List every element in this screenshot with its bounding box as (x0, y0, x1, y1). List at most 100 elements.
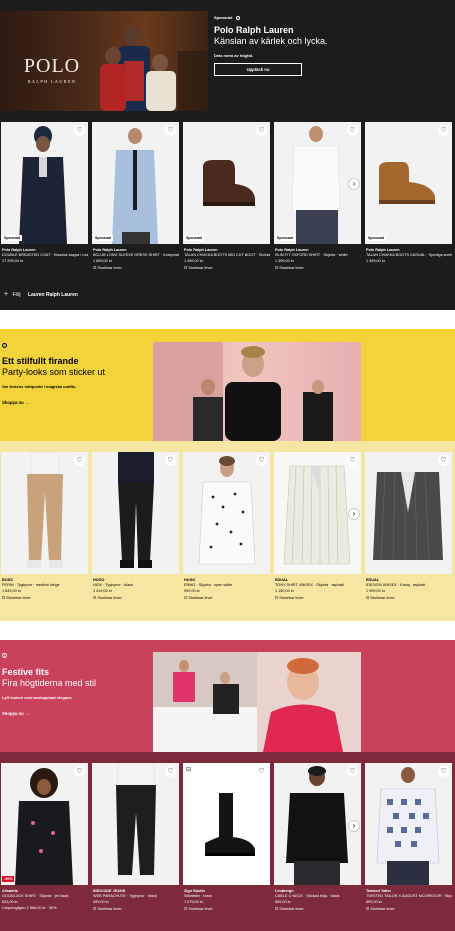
product-name: ERMO · Skjorta · open white (184, 583, 233, 587)
product-name: NICK · Tygbyxor · black (93, 583, 134, 587)
festive-shop-link[interactable]: Shoppa nu → (2, 711, 29, 716)
heart-icon[interactable]: ♡ (347, 766, 358, 777)
sizes-text: Storlekar lever (97, 907, 122, 911)
sizes-text: Storlekar lever (279, 907, 304, 911)
festive-subtitle: Fira högtiderna med stil (2, 678, 97, 688)
product-brand: Polo Ralph Lauren (2, 248, 36, 252)
sizes-text: Storlekar lever (370, 596, 395, 600)
sizes-text: Storlekar lever (279, 596, 304, 600)
heart-icon[interactable]: ♡ (256, 766, 267, 777)
heart-icon[interactable]: ♡ (74, 125, 85, 136)
product-price: 1 999,00 kr (366, 589, 385, 593)
carousel-next-button[interactable]: › (348, 820, 360, 832)
product-brand: BOSS (2, 578, 13, 582)
sizes-text: Storlekar lever (188, 907, 213, 911)
heart-icon[interactable]: ♡ (438, 455, 449, 466)
compare-icon[interactable]: ⊟ (186, 766, 191, 773)
product-image (183, 122, 270, 244)
heart-icon[interactable]: ♡ (165, 766, 176, 777)
product-brand: HUGO (93, 578, 105, 582)
product-name: PERIN · Tygbyxor · medium beige (2, 583, 60, 587)
sizes-text: Storlekar lever (188, 596, 213, 600)
heart-icon[interactable]: ♡ (256, 455, 267, 466)
product-brand: Zign Studio (184, 889, 205, 893)
product-brand: Polo Ralph Lauren (184, 248, 218, 252)
festive-desc: Lyft looken med avslappnad elegans. (2, 695, 73, 700)
product-image (1, 122, 88, 244)
carousel-next-button[interactable]: › (348, 178, 360, 190)
heart-icon[interactable]: ♡ (256, 125, 267, 136)
product-name: DOUBLE BREASTED COAT · Klassisk kappa / … (2, 253, 88, 257)
sponsored-tag: Sponsrad (2, 235, 23, 241)
product-price: 899,00 kr (275, 900, 291, 904)
sizes-text: Storlekar lever (97, 266, 122, 270)
product-price: 1 079,00 kr (184, 900, 203, 904)
carousel-next-button[interactable]: › (348, 508, 360, 520)
polo-hero-image[interactable]: POLO RALPH LAUREN (0, 11, 208, 111)
party-subtitle: Party-looks som sticker ut (2, 367, 106, 377)
party-title: Ett stilfullt firande (2, 356, 79, 366)
party-hero-image[interactable] (153, 342, 361, 441)
sizes-text: Storlekar lever (97, 596, 122, 600)
sponsored-tag: Sponsrad (275, 235, 296, 241)
sizes-note: ⊡ Storlekar lever (275, 906, 304, 911)
product-brand: Polo Ralph Lauren (275, 248, 309, 252)
heart-icon[interactable]: ♡ (347, 455, 358, 466)
info-icon[interactable]: i (2, 653, 7, 658)
discount-badge: -50% (2, 876, 15, 882)
sponsor-brand-title: Polo Ralph Lauren (214, 25, 294, 35)
heart-icon[interactable]: ♡ (74, 766, 85, 777)
product-image (92, 763, 179, 885)
sponsored-section: POLO RALPH LAUREN Sponsrad Polo Ralph La… (0, 0, 455, 310)
sizes-note: ⊡ Storlekar lever (93, 265, 122, 270)
sizes-text: Storlekar lever (370, 907, 395, 911)
product-name: TALAN CHUKKA BOOTS MID CUT BOOT · Snörsk… (184, 253, 270, 257)
product-name: TALAN CHUKKA BOOTS CASUAL · Sportiga snö… (366, 253, 452, 257)
original-price: Ursprungligen 1 566,00 kr · 50% (2, 906, 57, 910)
product-price: 499,00 kr (93, 900, 109, 904)
product-name: WEB PARACHUTE · Tygbyxor · black (93, 894, 157, 898)
product-price: 17 299,00 kr (2, 259, 24, 263)
heart-icon[interactable]: ♡ (347, 125, 358, 136)
sizes-text: Storlekar lever (279, 266, 304, 270)
product-brand: Twisted Tailor (366, 889, 391, 893)
product-image (365, 763, 452, 885)
heart-icon[interactable]: ♡ (438, 766, 449, 777)
product-brand: Allsaints (2, 889, 18, 893)
product-image (92, 452, 179, 574)
product-image (1, 763, 88, 885)
product-name: CABLE O NECK · Stickad tröja · black (275, 894, 340, 898)
product-name: SLIM FIT OXFORD SHIRT · Skjorta · white (275, 253, 348, 257)
product-image (92, 122, 179, 244)
discover-button[interactable]: Upptäck nu (214, 63, 302, 76)
heart-icon[interactable]: ♡ (165, 455, 176, 466)
product-brand: Polo Ralph Lauren (366, 248, 400, 252)
party-photo (153, 342, 333, 441)
info-icon[interactable] (235, 15, 240, 20)
sponsored-text: Sponsrad (214, 15, 233, 20)
product-name: IDESIGN UNISEX · Kavaj · asphalt (366, 583, 426, 587)
logo-main-text: POLO (23, 55, 81, 77)
product-image (365, 452, 452, 574)
festive-photo (153, 652, 361, 752)
sizes-note: ⊡ Storlekar lever (93, 595, 122, 600)
sizes-note: ⊡ Storlekar lever (93, 906, 122, 911)
sizes-note: ⊡ Storlekar lever (275, 265, 304, 270)
festive-hero-image[interactable] (153, 652, 361, 752)
product-price: 1 499,00 kr (366, 259, 385, 263)
heart-icon[interactable]: ♡ (438, 125, 449, 136)
polo-logo: POLO RALPH LAUREN (22, 55, 82, 84)
product-name: BCLUB LONG SLEEVE DRESS SHIRT · Kostymsk… (93, 253, 179, 257)
product-image (183, 452, 270, 574)
party-shop-link[interactable]: Shoppa nu → (2, 400, 29, 405)
product-name: TWISTED TAILOR X AUGUST MCGREGOR · Skjor… (366, 894, 452, 898)
sizes-note: ⊡ Storlekar lever (184, 906, 213, 911)
product-price: 1 899,00 kr (93, 259, 112, 263)
sizes-note: ⊡ Storlekar lever (275, 595, 304, 600)
info-icon[interactable]: i (2, 343, 7, 348)
sponsor-headline: Känslan av kärlek och lycka. (214, 36, 328, 46)
heart-icon[interactable]: ♡ (165, 125, 176, 136)
follow-row[interactable]: + Följ Lauren Ralph Lauren (4, 291, 78, 298)
sponsored-tag: Sponsrad (366, 235, 387, 241)
heart-icon[interactable]: ♡ (74, 455, 85, 466)
